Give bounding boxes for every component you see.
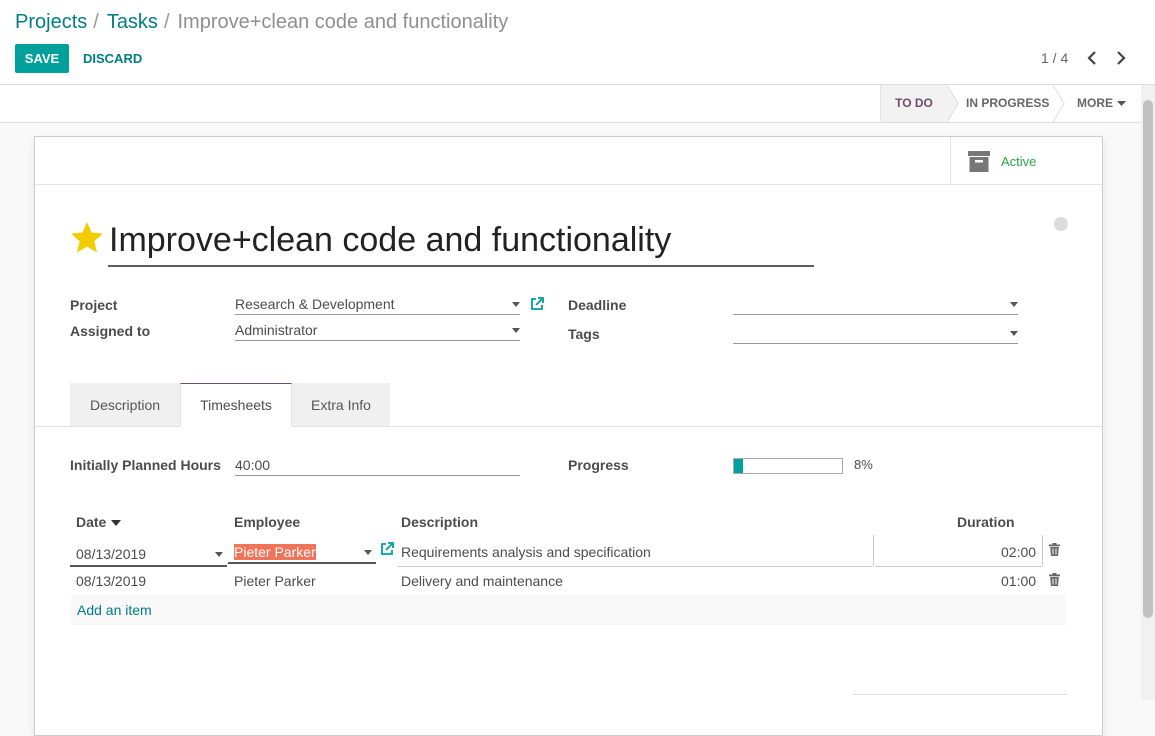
tags-label: Tags xyxy=(568,326,600,342)
external-link-icon[interactable] xyxy=(380,542,394,556)
tab-extra-info[interactable]: Extra Info xyxy=(292,383,390,426)
row-employee-input[interactable]: Pieter Parker xyxy=(228,540,376,564)
caret-down-icon xyxy=(1010,302,1018,307)
pager-previous-button[interactable] xyxy=(1084,49,1100,67)
add-item-row: Add an item xyxy=(71,595,1066,625)
assigned-to-value: Administrator xyxy=(235,322,318,338)
stage-in-progress[interactable]: IN PROGRESS xyxy=(966,85,1049,122)
column-date-label: Date xyxy=(76,514,107,530)
assigned-to-field[interactable]: Administrator xyxy=(235,319,520,341)
caret-down-icon xyxy=(512,328,520,333)
assigned-to-label: Assigned to xyxy=(70,323,151,339)
row-description: Delivery and maintenance xyxy=(401,573,563,589)
pager-value: 1 / 4 xyxy=(1041,50,1069,66)
form-sheet: Active Project Research & Development As… xyxy=(34,136,1103,736)
project-value: Research & Development xyxy=(235,296,395,312)
row-date: 08/13/2019 xyxy=(76,573,147,589)
column-duration-header[interactable]: Duration xyxy=(957,514,1015,530)
button-box: Active xyxy=(35,137,1102,185)
project-label: Project xyxy=(70,297,118,313)
scrollbar-thumb[interactable] xyxy=(1143,100,1153,618)
column-employee-header[interactable]: Employee xyxy=(234,514,300,530)
add-item-link[interactable]: Add an item xyxy=(77,602,152,618)
row-description-input[interactable]: Requirements analysis and specification xyxy=(401,544,651,560)
caret-down-icon xyxy=(1117,100,1126,106)
row-date-input[interactable]: 08/13/2019 xyxy=(70,540,227,567)
stage-arrow-icon xyxy=(1053,85,1065,122)
deadline-field[interactable] xyxy=(733,293,1018,315)
breadcrumb-separator: / xyxy=(93,11,99,33)
notebook-tabs: Description Timesheets Extra Info xyxy=(35,383,1102,427)
statusbar: TO DO IN PROGRESS MORE xyxy=(0,85,1141,123)
progress-bar-fill xyxy=(734,459,743,473)
column-date-header[interactable]: Date xyxy=(76,514,122,530)
discard-button[interactable]: DISCARD xyxy=(76,44,149,73)
breadcrumb-separator: / xyxy=(163,11,170,33)
project-field[interactable]: Research & Development xyxy=(235,293,520,315)
stage-arrow-icon xyxy=(947,85,959,122)
caret-down-icon xyxy=(512,302,520,307)
cell-divider xyxy=(1042,535,1043,566)
pager-next-button[interactable] xyxy=(1113,49,1129,67)
active-label: Active xyxy=(1001,154,1037,169)
kanban-state-indicator[interactable] xyxy=(1054,217,1068,231)
more-label: MORE xyxy=(1077,96,1113,110)
totals-divider xyxy=(853,694,1067,695)
row-duration: 01:00 xyxy=(1001,573,1037,589)
chevron-left-icon xyxy=(1087,51,1096,65)
stage-todo[interactable]: TO DO xyxy=(880,85,947,122)
caret-down-icon xyxy=(1010,331,1018,336)
deadline-label: Deadline xyxy=(568,297,627,313)
tab-timesheets[interactable]: Timesheets xyxy=(180,383,292,427)
star-icon[interactable] xyxy=(70,221,104,254)
breadcrumb: Projects / Tasks / Improve+clean code and fu… xyxy=(15,11,508,34)
control-panel: Projects / Tasks / Improve+clean code and fu… xyxy=(0,0,1155,85)
chevron-right-icon xyxy=(1117,51,1126,65)
progress-value: 8% xyxy=(854,457,873,472)
trash-icon[interactable] xyxy=(1049,543,1060,556)
trash-icon[interactable] xyxy=(1049,573,1060,586)
external-link-icon[interactable] xyxy=(530,297,544,311)
archive-icon xyxy=(968,151,990,172)
planned-hours-label: Initially Planned Hours xyxy=(70,457,221,473)
column-description-header[interactable]: Description xyxy=(401,514,478,530)
active-toggle-button[interactable]: Active xyxy=(950,137,1102,184)
breadcrumb-tasks[interactable]: Tasks xyxy=(107,11,158,33)
row-employee: Pieter Parker xyxy=(234,573,316,589)
save-button[interactable]: SAVE xyxy=(15,44,69,73)
row-description-underline xyxy=(397,566,873,567)
breadcrumb-current: Improve+clean code and functionality xyxy=(177,11,509,33)
sort-caret-down-icon xyxy=(111,520,122,527)
stage-more-dropdown[interactable]: MORE xyxy=(1077,85,1126,122)
planned-hours-value: 40:00 xyxy=(235,457,271,473)
row-employee-value: Pieter Parker xyxy=(234,541,316,563)
caret-down-icon xyxy=(364,550,372,555)
breadcrumb-projects[interactable]: Projects xyxy=(15,11,87,33)
progress-bar xyxy=(733,458,843,474)
cell-divider xyxy=(873,535,874,566)
row-duration-underline xyxy=(875,566,1042,567)
row-employee-selected-text: Pieter Parker xyxy=(234,544,316,560)
row-date-value: 08/13/2019 xyxy=(76,546,147,562)
task-title-input[interactable] xyxy=(108,217,814,267)
row-duration-input[interactable]: 02:00 xyxy=(1001,544,1036,560)
caret-down-icon xyxy=(215,552,223,557)
progress-label: Progress xyxy=(568,457,629,473)
tags-field[interactable] xyxy=(733,322,1018,344)
tab-description[interactable]: Description xyxy=(70,383,180,426)
planned-hours-field[interactable]: 40:00 xyxy=(235,454,520,476)
